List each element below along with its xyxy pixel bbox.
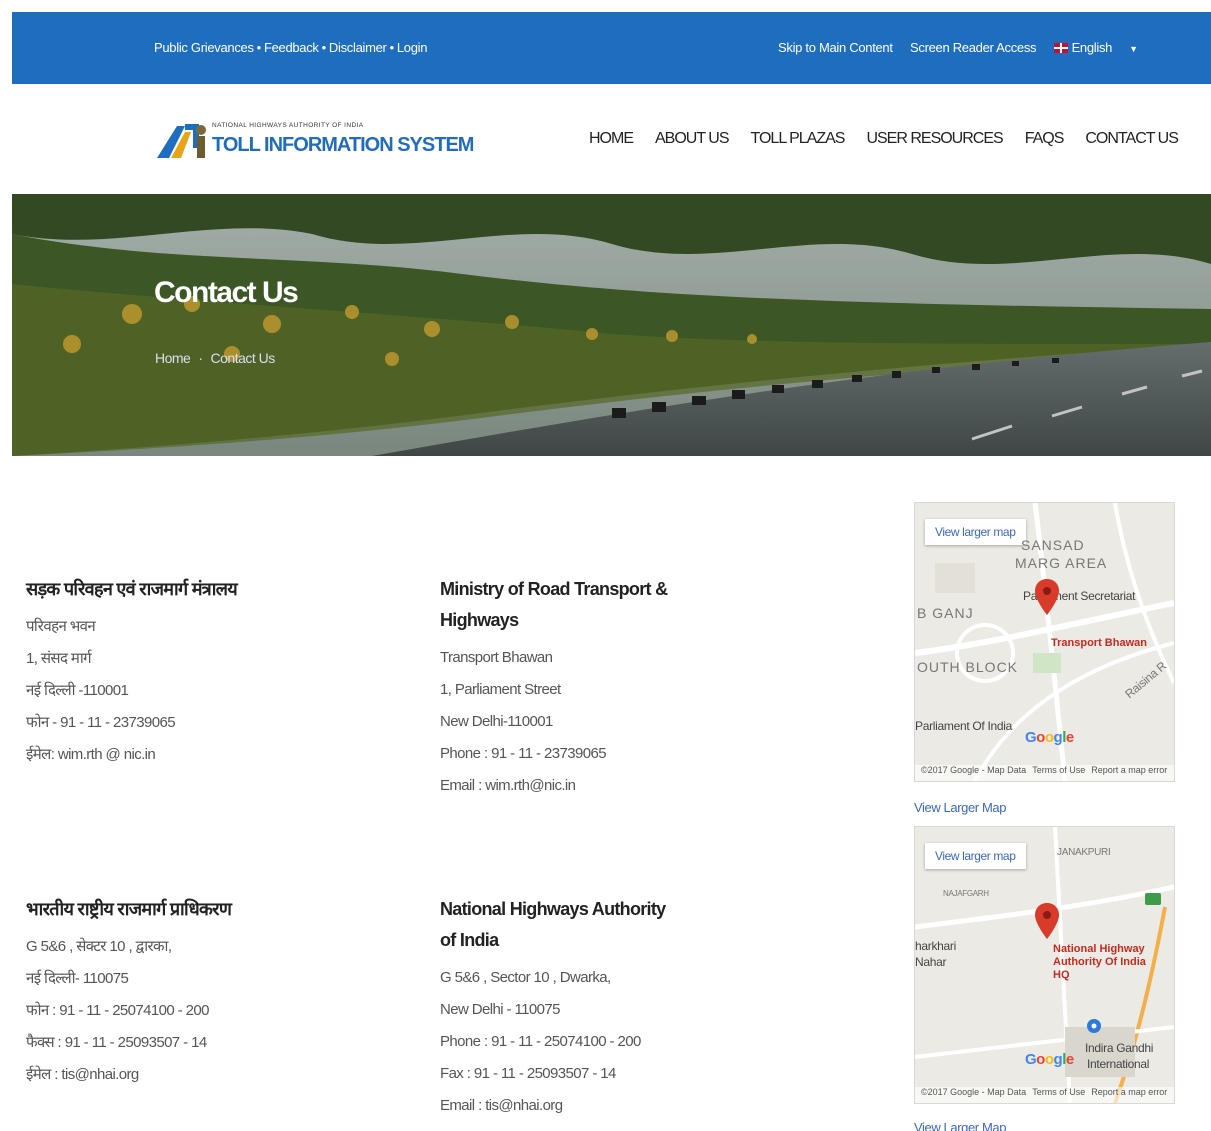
map-label: Indira Gandhi — [1085, 1041, 1154, 1055]
contact-line: New Delhi-110001 — [440, 713, 553, 730]
breadcrumb-current: Contact Us — [210, 350, 276, 366]
language-selector[interactable]: English ▼ — [1053, 40, 1152, 55]
logo-subtitle: NATIONAL HIGHWAYS AUTHORITY OF INDIA — [212, 122, 364, 129]
skip-to-main-content-link[interactable]: Skip to Main Content — [778, 40, 893, 55]
contact-line: G 5&6 , Sector 10 , Dwarka, — [440, 969, 611, 986]
contact-line: Phone : 91 - 11 - 25074100 - 200 — [440, 1033, 641, 1050]
map-label: JANAKPURI — [1057, 847, 1111, 858]
nav-toll-plazas[interactable]: TOLL PLAZAS — [751, 130, 846, 147]
highway-logo-icon — [157, 124, 206, 158]
disclaimer-link[interactable]: Disclaimer — [329, 40, 387, 55]
breadcrumb-home[interactable]: Home — [155, 350, 191, 366]
contact-line: 1, Parliament Street — [440, 681, 561, 698]
map-report-link[interactable]: Report a map error — [1091, 1087, 1167, 1097]
contact-email: Email : wim.rth@nic.in — [440, 777, 576, 794]
nav-about-us[interactable]: ABOUT US — [655, 130, 729, 147]
contact-heading: Ministry of Road Transport & Highways — [440, 579, 668, 630]
chevron-down-icon: ▼ — [1129, 44, 1138, 54]
contact-line: नई दिल्ली -110001 — [26, 682, 129, 699]
contact-email: ईमेल: wim.rth @ nic.in — [26, 746, 156, 763]
breadcrumb-separator-icon: · — [198, 350, 203, 366]
breadcrumb: Home · Contact Us — [155, 350, 275, 366]
view-larger-map-button[interactable]: View larger map — [925, 843, 1026, 869]
banner-photo — [12, 194, 1211, 456]
contact-line: फैक्स : 91 - 11 - 25093507 - 14 — [26, 1034, 207, 1051]
map-label: Nahar — [915, 955, 947, 969]
map-transport-bhawan[interactable]: View larger map SANSAD MARG AREA Parliam… — [914, 502, 1175, 782]
nav-contact-us[interactable]: CONTACT US — [1085, 130, 1179, 147]
map-label: International — [1087, 1057, 1150, 1071]
map-attribution: ©2017 Google - Map Data — [921, 1087, 1027, 1097]
contact-line: परिवहन भवन — [26, 618, 96, 635]
page-banner: Contact Us Home · Contact Us — [12, 194, 1211, 456]
public-grievances-link[interactable]: Public Grievances — [154, 40, 254, 55]
map-label: harkhari — [915, 939, 956, 953]
map-nhai-hq[interactable]: View larger map JANAKPURI NAJAFGARH hark… — [914, 826, 1175, 1104]
logo-title: TOLL INFORMATION SYSTEM — [212, 134, 474, 156]
map-attribution: ©2017 Google - Map Data — [921, 765, 1027, 775]
nav-home[interactable]: HOME — [589, 130, 634, 147]
contact-line: New Delhi - 110075 — [440, 1001, 560, 1018]
contact-line: Transport Bhawan — [440, 649, 553, 666]
contact-mort-english: Ministry of Road Transport & Highways Tr… — [440, 574, 670, 802]
contact-mort-hindi: सड़क परिवहन एवं राजमार्ग मंत्रालय परिवहन… — [26, 574, 386, 771]
contact-heading: सड़क परिवहन एवं राजमार्ग मंत्रालय — [26, 579, 238, 599]
uk-flag-icon — [1053, 43, 1068, 53]
map-footer: ©2017 Google - Map Data Terms of Use Repor… — [915, 1087, 1174, 1103]
contact-line: फोन - 91 - 11 - 23739065 — [26, 714, 176, 731]
map-terms-link[interactable]: Terms of Use — [1032, 1087, 1085, 1097]
map-pin-icon — [1035, 903, 1059, 939]
view-larger-map-link[interactable]: View Larger Map — [914, 1120, 1006, 1131]
contact-email: Email : tis@nhai.org — [440, 1097, 563, 1114]
contact-nhai-hindi: भारतीय राष्ट्रीय राजमार्ग प्राधिकरण G 5&… — [26, 894, 386, 1091]
nav-faqs[interactable]: FAQS — [1025, 130, 1065, 147]
view-larger-map-link[interactable]: View Larger Map — [914, 800, 1006, 815]
screen-reader-access-link[interactable]: Screen Reader Access — [910, 40, 1037, 55]
feedback-link[interactable]: Feedback — [264, 40, 319, 55]
contact-line: फोन : 91 - 11 - 25074100 - 200 — [26, 1002, 209, 1019]
link-separator: • — [389, 40, 395, 55]
map-pin-icon — [1035, 579, 1059, 615]
site-logo[interactable]: NATIONAL HIGHWAYS AUTHORITY OF INDIA TOL… — [155, 112, 474, 168]
map-label: OUTH BLOCK — [917, 659, 1019, 675]
airport-icon — [1087, 1019, 1101, 1033]
contact-line: Phone : 91 - 11 - 23739065 — [440, 745, 607, 762]
contact-line: नई दिल्ली- 110075 — [26, 970, 129, 987]
contact-nhai-english: National Highways Authority of India G 5… — [440, 894, 670, 1122]
main-navigation: HOME ABOUT US TOLL PLAZAS USER RESOURCES FAQ… — [589, 130, 1200, 148]
site-header: NATIONAL HIGHWAYS AUTHORITY OF INDIA TOL… — [12, 84, 1211, 194]
view-larger-map-button[interactable]: View larger map — [925, 519, 1026, 545]
contact-line: Fax : 91 - 11 - 25093507 - 14 — [440, 1065, 616, 1082]
contact-heading: भारतीय राष्ट्रीय राजमार्ग प्राधिकरण — [26, 899, 232, 919]
map-footer: ©2017 Google - Map Data Terms of Use Repor… — [915, 765, 1174, 781]
map-label: NAJAFGARH — [943, 889, 989, 898]
map-label: SANSAD — [1021, 537, 1085, 553]
map-label: B GANJ — [917, 605, 974, 621]
map-label: MARG AREA — [1015, 555, 1108, 571]
link-separator: • — [256, 40, 262, 55]
nav-user-resources[interactable]: USER RESOURCES — [866, 130, 1003, 147]
google-logo: Google — [1025, 729, 1074, 746]
link-separator: • — [321, 40, 327, 55]
contact-email: ईमेल : tis@nhai.org — [26, 1066, 139, 1083]
accessibility-links: Skip to Main Content Screen Reader Acces… — [778, 40, 1166, 55]
page-frame: Public Grievances • Feedback • Disclaimer • Lo… — [12, 12, 1211, 1131]
map-pin-label: Transport Bhawan — [1051, 637, 1147, 649]
map-label: Parliament Of India — [915, 719, 1013, 733]
map-report-link[interactable]: Report a map error — [1091, 765, 1167, 775]
login-link[interactable]: Login — [397, 40, 428, 55]
language-label: English — [1071, 40, 1113, 55]
google-logo: Google — [1025, 1051, 1074, 1068]
utility-links: Public Grievances • Feedback • Disclaimer • Lo… — [154, 40, 427, 55]
page-title: Contact Us — [154, 276, 299, 309]
contact-line: G 5&6 , सेक्टर 10 , द्वारका, — [26, 938, 172, 955]
top-utility-bar: Public Grievances • Feedback • Disclaimer • Lo… — [12, 12, 1211, 84]
map-terms-link[interactable]: Terms of Use — [1032, 765, 1085, 775]
contact-heading: National Highways Authority of India — [440, 899, 666, 950]
contact-line: 1, संसद मार्ग — [26, 650, 92, 667]
map-pin-label: National Highway Authority Of India HQ — [1053, 943, 1146, 981]
